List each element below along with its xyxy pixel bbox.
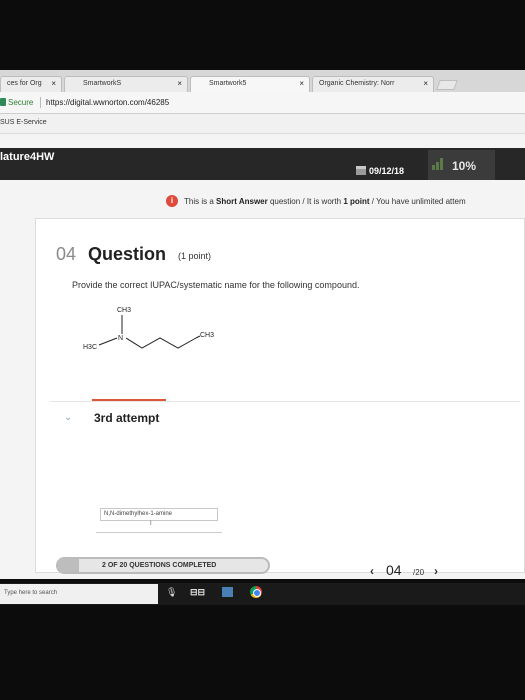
secure-label: Secure (8, 98, 34, 107)
calendar-icon (356, 166, 366, 175)
search-placeholder: Type here to search (4, 590, 58, 596)
bookmarks-bar: SUS E-Service (0, 114, 525, 134)
info-icon: i (166, 195, 178, 207)
previous-question-button[interactable]: ‹ (370, 564, 374, 578)
score-value: 10% (452, 159, 477, 173)
question-points: (1 point) (178, 251, 212, 261)
progress-fill (58, 559, 79, 572)
url-text[interactable]: https://digital.wwnorton.com/46285 (46, 98, 169, 107)
store-icon[interactable] (222, 587, 233, 597)
bond (98, 337, 118, 346)
active-divider (92, 399, 166, 401)
divider (50, 401, 520, 402)
nitrogen-label: N (118, 335, 123, 342)
question-heading: Question (88, 244, 167, 264)
answer-field[interactable]: N,N-dimethylhex-1-amine (100, 508, 218, 521)
assignment-title: lature4HW (0, 151, 55, 163)
tab-smartwork-1[interactable]: SmartworkS × (64, 76, 188, 92)
new-tab-button[interactable] (436, 80, 458, 90)
current-question-number: 04 (386, 562, 402, 578)
methyl-left-label: H3C (83, 344, 97, 351)
tab-smartwork-2[interactable]: Smartwork5 × (190, 76, 310, 92)
attempt-label[interactable]: 3rd attempt (94, 411, 159, 425)
tab-organic-chemistry[interactable]: Organic Chemistry: Norr × (312, 76, 434, 92)
close-icon[interactable]: × (299, 79, 304, 88)
tab-title: Smartwork5 (209, 80, 247, 87)
total-questions: /20 (413, 568, 425, 577)
tab-title: Organic Chemistry: Norr (319, 80, 395, 87)
next-question-button[interactable]: › (434, 564, 438, 578)
tab-title: SmartworkS (83, 80, 122, 87)
question-notice: This is a Short Answer question / It is … (184, 197, 466, 206)
divider (40, 97, 41, 108)
notice-type: Short Answer (216, 197, 268, 206)
carbon-chain (125, 337, 197, 349)
methyl-end-label: CH3 (200, 332, 214, 339)
methyl-top-label: CH3 (117, 307, 131, 314)
notice-points: 1 point (343, 197, 370, 206)
chrome-icon[interactable] (250, 586, 262, 598)
address-bar[interactable]: Secure https://digital.wwnorton.com/4628… (0, 92, 525, 114)
chevron-down-icon[interactable]: ⌄ (64, 412, 72, 423)
question-number: 04 (56, 244, 77, 264)
answer-underline (96, 532, 222, 533)
browser-tab-bar: ces for Org × SmartworkS × Smartwork5 × … (0, 70, 525, 92)
close-icon[interactable]: × (51, 79, 56, 88)
molecule-structure: CH3 H3C N CH3 (83, 307, 214, 351)
notice-text: / You have unlimited attem (369, 197, 466, 206)
task-view-icon[interactable]: ⊟⊟ (190, 587, 205, 598)
microphone-icon[interactable]: 🎙 (166, 587, 177, 598)
text-cursor: I (150, 521, 152, 527)
tab-resources[interactable]: ces for Org × (0, 76, 62, 92)
bookmark-sus-eservice[interactable]: SUS E-Service (0, 119, 47, 126)
bar-chart-icon (432, 158, 446, 170)
progress-label: 2 OF 20 QUESTIONS COMPLETED (102, 562, 217, 569)
notice-text: This is a (184, 197, 217, 206)
question-prompt: Provide the correct IUPAC/systematic nam… (72, 280, 360, 290)
notice-text: question / It is worth (267, 197, 344, 206)
lock-icon (0, 98, 6, 106)
tab-title: ces for Org (7, 80, 42, 87)
close-icon[interactable]: × (423, 79, 428, 88)
due-date: 09/12/18 (369, 166, 405, 176)
close-icon[interactable]: × (177, 79, 182, 88)
